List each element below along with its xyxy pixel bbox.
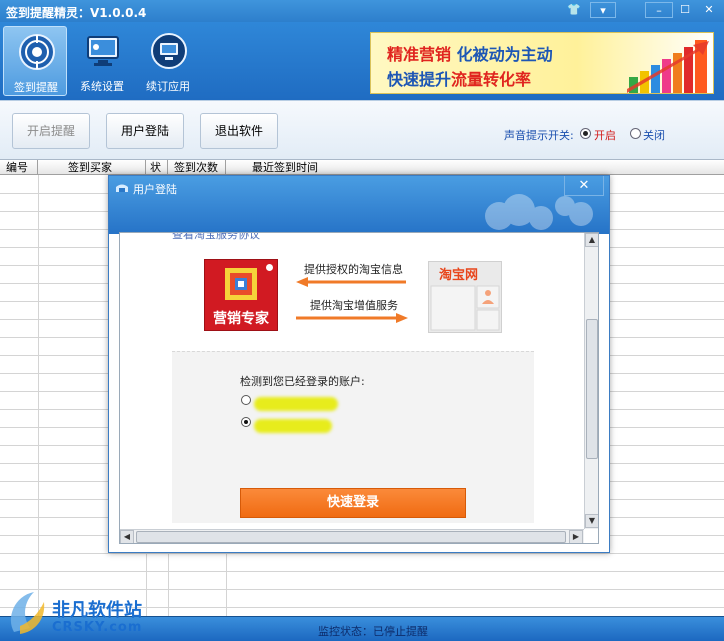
sound-off-label[interactable]: 关闭 xyxy=(643,127,665,143)
banner-text: 化被动为主动 xyxy=(451,45,553,64)
sound-on-radio[interactable] xyxy=(580,128,591,139)
arrow-label-auth: 提供授权的淘宝信息 xyxy=(304,263,403,276)
app-icon xyxy=(116,184,128,192)
quick-login-button[interactable]: 快速登录 xyxy=(240,488,466,518)
title-bar: 签到提醒精灵：V1.0.0.4 👕 ▾ – ☐ ✕ xyxy=(0,0,724,22)
watermark-title: 非凡软件站 xyxy=(52,600,142,621)
scroll-left-button[interactable]: ◀ xyxy=(120,530,134,543)
maximize-button[interactable]: ☐ xyxy=(675,2,695,18)
watermark-subtitle: CRSKY.com xyxy=(52,620,143,635)
growth-bars-icon xyxy=(627,40,709,93)
taobao-logo: 淘宝网 xyxy=(428,261,502,333)
scroll-up-button[interactable]: ▲ xyxy=(585,233,598,247)
banner-highlight: 精准营销 xyxy=(387,45,452,64)
watermark-swirl-icon xyxy=(10,592,45,634)
dialog-title: 用户登陆 xyxy=(133,183,177,196)
monitor-settings-icon xyxy=(87,36,119,66)
logo-caption: 营销专家 xyxy=(213,311,269,327)
arrow-right-icon xyxy=(296,313,408,323)
dialog-title-bar[interactable]: 用户登陆 ✕ xyxy=(109,176,609,234)
account-radio-1[interactable] xyxy=(241,395,251,405)
nav-label: 系统设置 xyxy=(80,80,124,93)
banner-highlight: 流量转化率 xyxy=(451,70,532,89)
user-login-button[interactable]: 用户登陆 xyxy=(106,113,184,149)
monitor-circle-icon xyxy=(151,33,187,69)
arrow-label-service: 提供淘宝增值服务 xyxy=(310,299,398,312)
sound-on-label[interactable]: 开启 xyxy=(594,127,616,143)
skin-icon[interactable]: 👕 xyxy=(564,2,584,18)
horizontal-scrollbar[interactable]: ◀ ▶ xyxy=(120,529,584,543)
account-name-redacted[interactable] xyxy=(254,419,332,433)
close-button[interactable]: ✕ xyxy=(697,2,721,18)
service-agreement-link[interactable]: 查看淘宝服务协议 xyxy=(172,233,260,242)
dialog-content: 查看淘宝服务协议 营销专家 提供授权的淘宝信息 提供淘宝增值服务 淘宝网 检测到… xyxy=(119,232,599,544)
marketing-expert-logo: 营销专家 xyxy=(204,259,278,331)
logo-squares-icon xyxy=(225,268,257,300)
watermark-logo: 非凡软件站 CRSKY.com xyxy=(0,582,160,641)
column-header[interactable]: 最近签到时间 xyxy=(226,160,724,175)
vertical-scrollbar[interactable]: ▲ ▼ xyxy=(584,233,598,529)
cloud-decoration-icon xyxy=(485,194,593,230)
banner-text: 快速提升 xyxy=(387,70,452,89)
horizontal-scroll-thumb[interactable] xyxy=(136,531,566,543)
main-toolbar: 签到提醒 系统设置 续订应用 精准营销 化被动为主动 快速提升流量转化率 xyxy=(0,22,724,100)
sound-off-radio[interactable] xyxy=(630,128,641,139)
nav-label: 续订应用 xyxy=(146,80,190,93)
scroll-down-button[interactable]: ▼ xyxy=(585,514,598,528)
nav-label: 签到提醒 xyxy=(14,81,58,94)
vertical-scroll-thumb[interactable] xyxy=(586,319,598,459)
column-header[interactable]: 签到次数 xyxy=(168,160,226,175)
column-header[interactable]: 编号 xyxy=(0,160,38,175)
scroll-right-button[interactable]: ▶ xyxy=(569,530,583,543)
monitor-status-text: 监控状态：已停止提醒 xyxy=(318,625,428,638)
minimize-button[interactable]: – xyxy=(645,2,673,18)
logo-dot-icon xyxy=(266,264,273,271)
column-header[interactable]: 签到买家 xyxy=(38,160,146,175)
account-name-redacted[interactable] xyxy=(254,397,338,411)
banner-line-1: 精准营销 化被动为主动 xyxy=(387,41,553,65)
taobao-page-icon xyxy=(430,285,500,331)
start-reminder-button[interactable]: 开启提醒 xyxy=(12,113,90,149)
shield-target-icon xyxy=(19,34,55,70)
nav-checkin-reminder[interactable]: 签到提醒 xyxy=(3,26,67,96)
account-radio-2[interactable] xyxy=(241,417,251,427)
user-login-dialog: 用户登陆 ✕ 查看淘宝服务协议 营销专家 提供授权的淘宝信息 提供淘宝增值服务 … xyxy=(108,175,610,553)
detected-accounts-label: 检测到您已经登录的账户: xyxy=(240,375,365,388)
exit-app-button[interactable]: 退出软件 xyxy=(200,113,278,149)
nav-renew-app[interactable]: 续订应用 xyxy=(136,26,200,96)
arrow-left-icon xyxy=(296,277,406,287)
table-header: 编号 签到买家 状 签到次数 最近签到时间 xyxy=(0,160,724,175)
window-title: 签到提醒精灵：V1.0.0.4 xyxy=(6,6,147,20)
banner-line-2: 快速提升流量转化率 xyxy=(387,66,531,90)
promo-banner[interactable]: 精准营销 化被动为主动 快速提升流量转化率 xyxy=(370,32,714,94)
menu-button[interactable]: ▾ xyxy=(590,2,616,18)
column-header[interactable]: 状 xyxy=(146,160,168,175)
nav-system-settings[interactable]: 系统设置 xyxy=(70,26,134,96)
sound-toggle-label: 声音提示开关: xyxy=(504,129,574,142)
action-bar: 开启提醒 用户登陆 退出软件 声音提示开关: 开启 关闭 xyxy=(0,100,724,160)
taobao-caption: 淘宝网 xyxy=(439,268,479,283)
